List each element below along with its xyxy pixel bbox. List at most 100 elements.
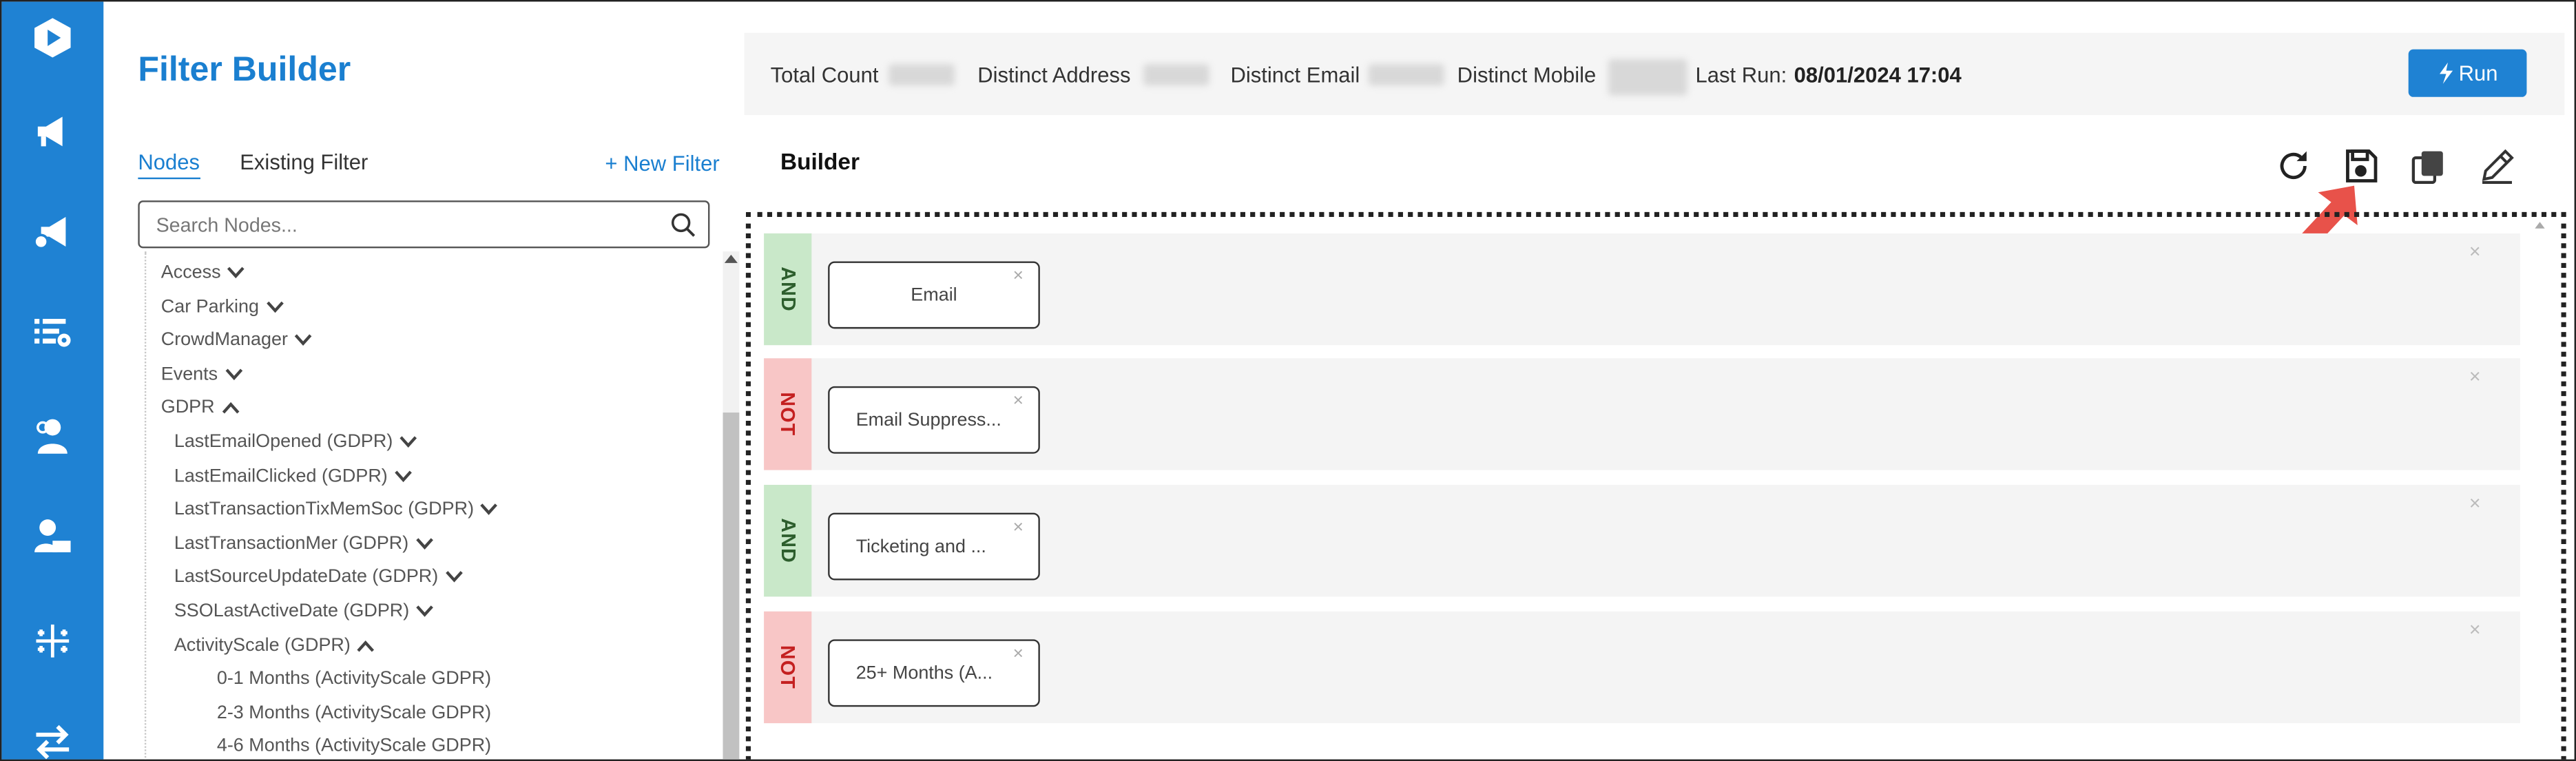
filter-row: AND Email × ×: [764, 233, 2520, 346]
search-box: [138, 200, 710, 249]
tree-item[interactable]: GDPR: [161, 398, 240, 418]
distinct-address-label: Distinct Address: [977, 62, 1131, 87]
operator-tag[interactable]: NOT: [764, 358, 812, 470]
chevron-down-icon[interactable]: [399, 435, 417, 448]
person-settings-icon[interactable]: [26, 409, 79, 461]
chevron-down-icon[interactable]: [266, 300, 284, 313]
node-tabs: Nodes Existing Filter + New Filter: [138, 149, 729, 183]
transfer-icon[interactable]: [26, 715, 79, 760]
filter-chip[interactable]: Email ×: [828, 261, 1040, 329]
list-settings-icon[interactable]: [26, 306, 79, 358]
tree-item-label: LastEmailOpened (GDPR): [174, 432, 393, 452]
chevron-up-icon[interactable]: [357, 638, 375, 651]
row-close-icon[interactable]: ×: [2469, 492, 2481, 514]
chevron-up-icon[interactable]: [221, 402, 239, 415]
search-icon[interactable]: [670, 212, 696, 238]
tree-item[interactable]: LastTransactionMer (GDPR): [174, 534, 433, 554]
tree-item-label: LastTransactionTixMemSoc (GDPR): [174, 499, 475, 520]
chip-close-icon[interactable]: ×: [1013, 645, 1024, 665]
chevron-down-icon[interactable]: [415, 537, 433, 550]
sidebar-rail: [1, 1, 104, 760]
chevron-down-icon[interactable]: [416, 605, 434, 618]
tree-item[interactable]: 4-6 Months (ActivityScale GDPR): [217, 737, 491, 757]
operator-tag[interactable]: AND: [764, 485, 812, 597]
operator-label: AND: [776, 518, 800, 564]
filter-row: NOT 25+ Months (A... × ×: [764, 611, 2520, 724]
row-close-icon[interactable]: ×: [2469, 365, 2481, 388]
tree-item-label: LastEmailClicked (GDPR): [174, 466, 388, 486]
person-laptop-icon[interactable]: [26, 511, 79, 563]
run-button-label: Run: [2458, 61, 2498, 86]
chevron-down-icon[interactable]: [445, 571, 463, 584]
logo-icon[interactable]: [26, 12, 79, 64]
distinct-email-value-redacted: [1368, 64, 1444, 86]
filter-chip[interactable]: 25+ Months (A... ×: [828, 639, 1040, 707]
edit-icon[interactable]: [2474, 143, 2520, 189]
tree-item[interactable]: CrowdManager: [161, 331, 313, 351]
operator-label: NOT: [776, 645, 800, 689]
canvas-scrollbar[interactable]: [2532, 222, 2548, 759]
filter-row: NOT Email Suppress... × ×: [764, 358, 2520, 470]
tree-item[interactable]: Events: [161, 364, 242, 384]
tree-item[interactable]: ActivityScale (GDPR): [174, 635, 375, 656]
chevron-down-icon[interactable]: [481, 503, 499, 517]
tree-item-label: Events: [160, 364, 218, 384]
distinct-mobile-label: Distinct Mobile: [1457, 62, 1597, 87]
tree-item[interactable]: LastEmailClicked (GDPR): [174, 466, 413, 486]
distinct-email-label: Distinct Email: [1230, 62, 1360, 87]
tree-item-label: GDPR: [160, 398, 215, 419]
last-run-value: 08/01/2024 17:04: [1794, 62, 1962, 87]
tree-item[interactable]: LastSourceUpdateDate (GDPR): [174, 567, 463, 587]
distinct-address-value-redacted: [1143, 64, 1209, 86]
tree-scrollbar[interactable]: [723, 251, 740, 760]
tree-item-label: ActivityScale (GDPR): [174, 635, 351, 656]
bolt-icon: [2438, 62, 2453, 84]
filter-chip-label: Ticketing and ...: [855, 536, 986, 556]
tree-item[interactable]: Access: [160, 262, 246, 283]
chevron-down-icon[interactable]: [295, 334, 313, 347]
total-count-value-redacted: [889, 64, 955, 86]
operator-tag[interactable]: AND: [764, 233, 812, 346]
operator-tag[interactable]: NOT: [764, 611, 812, 724]
megaphone-icon[interactable]: [26, 105, 79, 158]
run-button[interactable]: Run: [2408, 49, 2527, 97]
tableau-icon[interactable]: [26, 615, 79, 667]
tree-item[interactable]: LastTransactionTixMemSoc (GDPR): [174, 500, 499, 520]
tree-guide-line: [144, 251, 147, 760]
page-title: Filter Builder: [138, 50, 351, 89]
tree-item[interactable]: Car Parking: [161, 297, 284, 317]
filter-chip[interactable]: Ticketing and ... ×: [828, 512, 1040, 581]
row-close-icon[interactable]: ×: [2469, 240, 2481, 262]
tree-item[interactable]: 2-3 Months (ActivityScale GDPR): [217, 703, 491, 723]
tree-item[interactable]: SSOLastActiveDate (GDPR): [174, 601, 434, 621]
copy-icon[interactable]: [2405, 143, 2451, 189]
megaphone-settings-icon[interactable]: [26, 205, 79, 258]
scroll-up-arrow-icon[interactable]: [724, 254, 738, 263]
chip-close-icon[interactable]: ×: [1013, 391, 1024, 411]
node-tree: Access Car Parking CrowdManager Events GDPR L…: [138, 251, 723, 760]
chip-close-icon[interactable]: ×: [1013, 518, 1024, 538]
stats-bar: Total Count Distinct Address Distinct Em…: [744, 32, 2565, 116]
tab-nodes[interactable]: Nodes: [138, 149, 200, 180]
filter-chip[interactable]: Email Suppress... ×: [828, 386, 1040, 454]
chip-close-icon[interactable]: ×: [1013, 267, 1024, 286]
tree-item[interactable]: 0-1 Months (ActivityScale GDPR): [217, 669, 491, 689]
chevron-down-icon[interactable]: [227, 267, 245, 280]
tab-existing-filter[interactable]: Existing Filter: [240, 149, 368, 174]
tree-item-label: Access: [160, 262, 221, 283]
chevron-down-icon[interactable]: [394, 470, 412, 483]
row-close-icon[interactable]: ×: [2469, 618, 2481, 640]
last-run-label: Last Run:: [1695, 62, 1787, 87]
new-filter-link[interactable]: + New Filter: [605, 152, 719, 176]
filter-chip-label: 25+ Months (A...: [855, 663, 993, 683]
filter-row: AND Ticketing and ... × ×: [764, 485, 2520, 597]
scroll-thumb[interactable]: [723, 413, 740, 760]
search-input[interactable]: [156, 210, 650, 240]
total-count-label: Total Count: [770, 62, 879, 87]
operator-label: AND: [776, 267, 800, 312]
filter-chip-label: Email Suppress...: [855, 410, 1001, 430]
chevron-down-icon[interactable]: [225, 368, 242, 381]
canvas-scroll-up-icon[interactable]: [2535, 222, 2545, 229]
filter-builder-screen: Filter Builder Nodes Existing Filter + N…: [0, 0, 2576, 761]
tree-item[interactable]: LastEmailOpened (GDPR): [174, 432, 417, 452]
